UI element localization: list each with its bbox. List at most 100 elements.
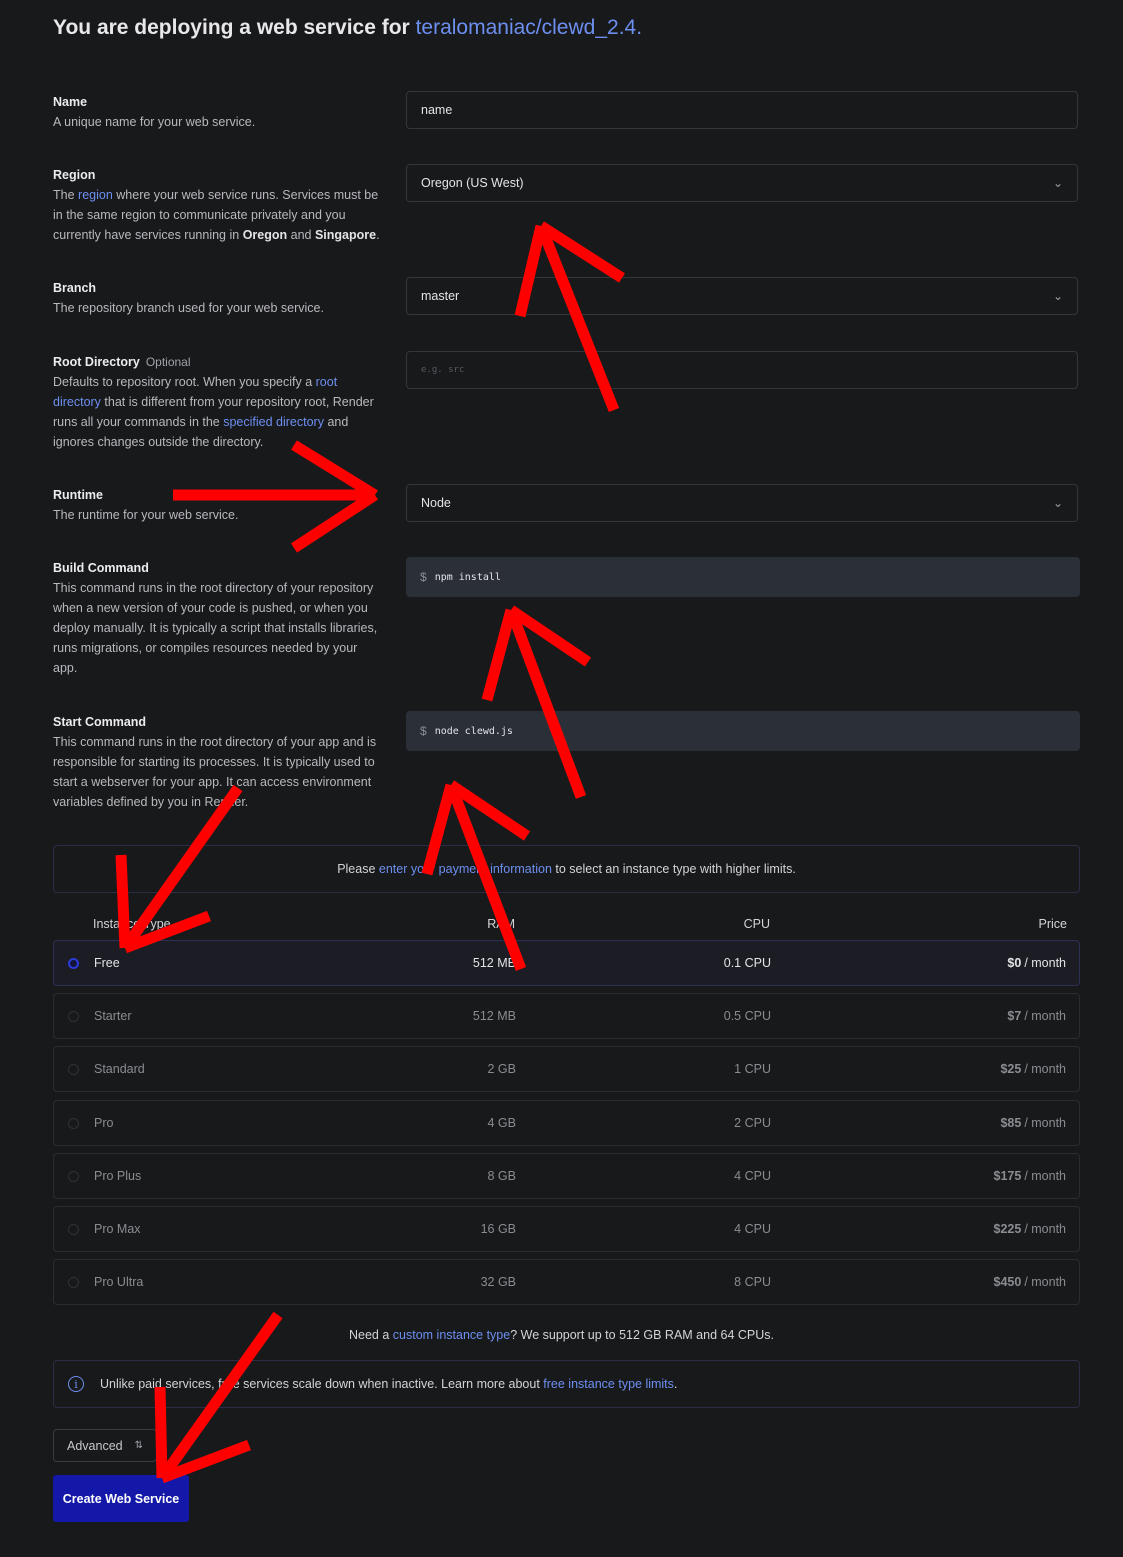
price-amount: $7 <box>1007 1009 1022 1023</box>
instance-cpu: 2 CPU <box>734 1116 771 1130</box>
custom-text: ? We support up to 512 GB RAM and 64 CPU… <box>510 1328 774 1342</box>
create-web-service-button[interactable]: Create Web Service <box>53 1475 189 1522</box>
instance-name: Pro <box>94 1116 114 1130</box>
enter-payment-link[interactable]: enter your payment information <box>379 862 552 876</box>
shell-prompt: $ <box>420 570 427 584</box>
instance-price: $7/ month <box>1007 994 1066 1038</box>
root-directory-input[interactable]: e.g. src <box>406 351 1078 389</box>
advanced-label: Advanced <box>67 1438 123 1453</box>
root-desc-text: that is different from your repository r… <box>53 395 374 429</box>
name-input[interactable]: name <box>406 91 1078 129</box>
radio-selected[interactable] <box>68 957 79 969</box>
free-instance-limits-link[interactable]: free instance type limits <box>543 1377 674 1391</box>
radio-cell <box>68 1207 79 1251</box>
instance-ram: 2 GB <box>487 1062 517 1076</box>
runtime-select[interactable]: Node ⌄ <box>406 484 1078 522</box>
instance-row-starter[interactable]: Starter 512 MB 0.5 CPU $7/ month <box>53 993 1080 1039</box>
instance-cpu: 1 CPU <box>734 1062 771 1076</box>
region-label: Region <box>53 168 96 182</box>
region-current-a: Oregon <box>242 228 288 242</box>
price-amount: $450 <box>993 1275 1022 1289</box>
region-link[interactable]: region <box>78 188 113 202</box>
instance-row-pro-plus[interactable]: Pro Plus 8 GB 4 CPU $175/ month <box>53 1153 1080 1199</box>
chevron-down-icon: ⌄ <box>1052 176 1063 190</box>
radio-unselected[interactable] <box>68 1223 79 1235</box>
instance-name: Pro Plus <box>94 1169 142 1183</box>
price-amount: $25 <box>1000 1062 1022 1076</box>
instance-ram: 8 GB <box>487 1169 517 1183</box>
repo-link[interactable]: teralomaniac/clewd_2.4 <box>416 16 637 39</box>
instance-price: $175/ month <box>994 1154 1067 1198</box>
instance-cpu: 4 CPU <box>734 1169 771 1183</box>
radio-unselected[interactable] <box>68 1063 79 1075</box>
instance-row-pro[interactable]: Pro 4 GB 2 CPU $85/ month <box>53 1100 1080 1146</box>
runtime-select-value: Node <box>421 496 451 510</box>
instance-table-header: Instance Type RAM CPU Price <box>53 914 1080 934</box>
instance-row-standard[interactable]: Standard 2 GB 1 CPU $25/ month <box>53 1046 1080 1092</box>
chevron-down-icon: ⌄ <box>1052 289 1063 303</box>
build-command-field-label: Build Command This command runs in the r… <box>53 558 383 678</box>
region-desc-text: The <box>53 188 75 202</box>
free-instance-info: i Unlike paid services, free services sc… <box>53 1360 1080 1408</box>
info-circle-icon: i <box>68 1376 84 1392</box>
instance-row-pro-max[interactable]: Pro Max 16 GB 4 CPU $225/ month <box>53 1206 1080 1252</box>
notice-text: Please <box>337 862 376 876</box>
name-description: A unique name for your web service. <box>53 115 256 129</box>
col-price: Price <box>1038 917 1067 931</box>
radio-unselected[interactable] <box>68 1117 79 1129</box>
instance-price: $25/ month <box>1000 1047 1066 1091</box>
runtime-field-label: Runtime The runtime for your web service… <box>53 485 383 525</box>
build-command-description: This command runs in the root directory … <box>53 581 378 675</box>
build-command-value: npm install <box>434 571 501 583</box>
start-command-value: node clewd.js <box>434 725 513 737</box>
price-period: / month <box>1024 1169 1066 1183</box>
radio-unselected[interactable] <box>68 1170 79 1182</box>
instance-row-free[interactable]: Free 512 MB 0.1 CPU $0/ month <box>53 940 1080 986</box>
region-select[interactable]: Oregon (US West) ⌄ <box>406 164 1078 202</box>
instance-cpu: 0.5 CPU <box>723 1009 771 1023</box>
price-amount: $85 <box>1000 1116 1022 1130</box>
advanced-toggle[interactable]: Advanced ⇅ <box>53 1429 157 1462</box>
col-cpu: CPU <box>743 917 770 931</box>
radio-unselected[interactable] <box>68 1010 79 1022</box>
instance-ram: 512 MB <box>472 956 516 970</box>
price-amount: $175 <box>993 1169 1022 1183</box>
region-field-label: Region The region where your web service… <box>53 165 383 245</box>
region-select-value: Oregon (US West) <box>421 176 524 190</box>
instance-cpu: 8 CPU <box>734 1275 771 1289</box>
instance-ram: 16 GB <box>480 1222 516 1236</box>
instance-cpu: 4 CPU <box>734 1222 771 1236</box>
instance-name: Starter <box>94 1009 132 1023</box>
price-amount: $225 <box>993 1222 1022 1236</box>
specified-directory-link[interactable]: specified directory <box>223 415 324 429</box>
payment-notice: Please enter your payment information to… <box>53 845 1080 893</box>
branch-select[interactable]: master ⌄ <box>406 277 1078 315</box>
root-directory-label-row: Root Directory Optional <box>53 352 383 372</box>
page-title: You are deploying a web service for tera… <box>53 16 642 40</box>
instance-ram: 32 GB <box>480 1275 516 1289</box>
radio-cell <box>68 1101 79 1145</box>
radio-cell <box>68 1154 79 1198</box>
name-field-label: Name A unique name for your web service. <box>53 92 383 132</box>
radio-cell <box>68 994 79 1038</box>
runtime-label: Runtime <box>53 488 103 502</box>
radio-unselected[interactable] <box>68 1276 79 1288</box>
instance-row-pro-ultra[interactable]: Pro Ultra 32 GB 8 CPU $450/ month <box>53 1259 1080 1305</box>
price-period: / month <box>1024 1116 1066 1130</box>
branch-description: The repository branch used for your web … <box>53 301 324 315</box>
root-directory-description: Defaults to repository root. When you sp… <box>53 372 383 452</box>
price-amount: $0 <box>1007 956 1022 970</box>
build-command-input[interactable]: $ npm install <box>406 557 1080 597</box>
price-period: / month <box>1024 1062 1066 1076</box>
custom-instance-link[interactable]: custom instance type <box>393 1328 510 1342</box>
price-period: / month <box>1024 956 1066 970</box>
col-ram: RAM <box>487 917 515 931</box>
runtime-description: The runtime for your web service. <box>53 508 239 522</box>
root-desc-text: Defaults to repository root. When you sp… <box>53 375 313 389</box>
name-input-value: name <box>421 103 453 117</box>
root-directory-field-label: Root Directory Optional Defaults to repos… <box>53 352 383 452</box>
price-period: / month <box>1024 1222 1066 1236</box>
start-command-input[interactable]: $ node clewd.js <box>406 711 1080 751</box>
instance-ram: 4 GB <box>487 1116 517 1130</box>
radio-cell <box>68 941 79 985</box>
